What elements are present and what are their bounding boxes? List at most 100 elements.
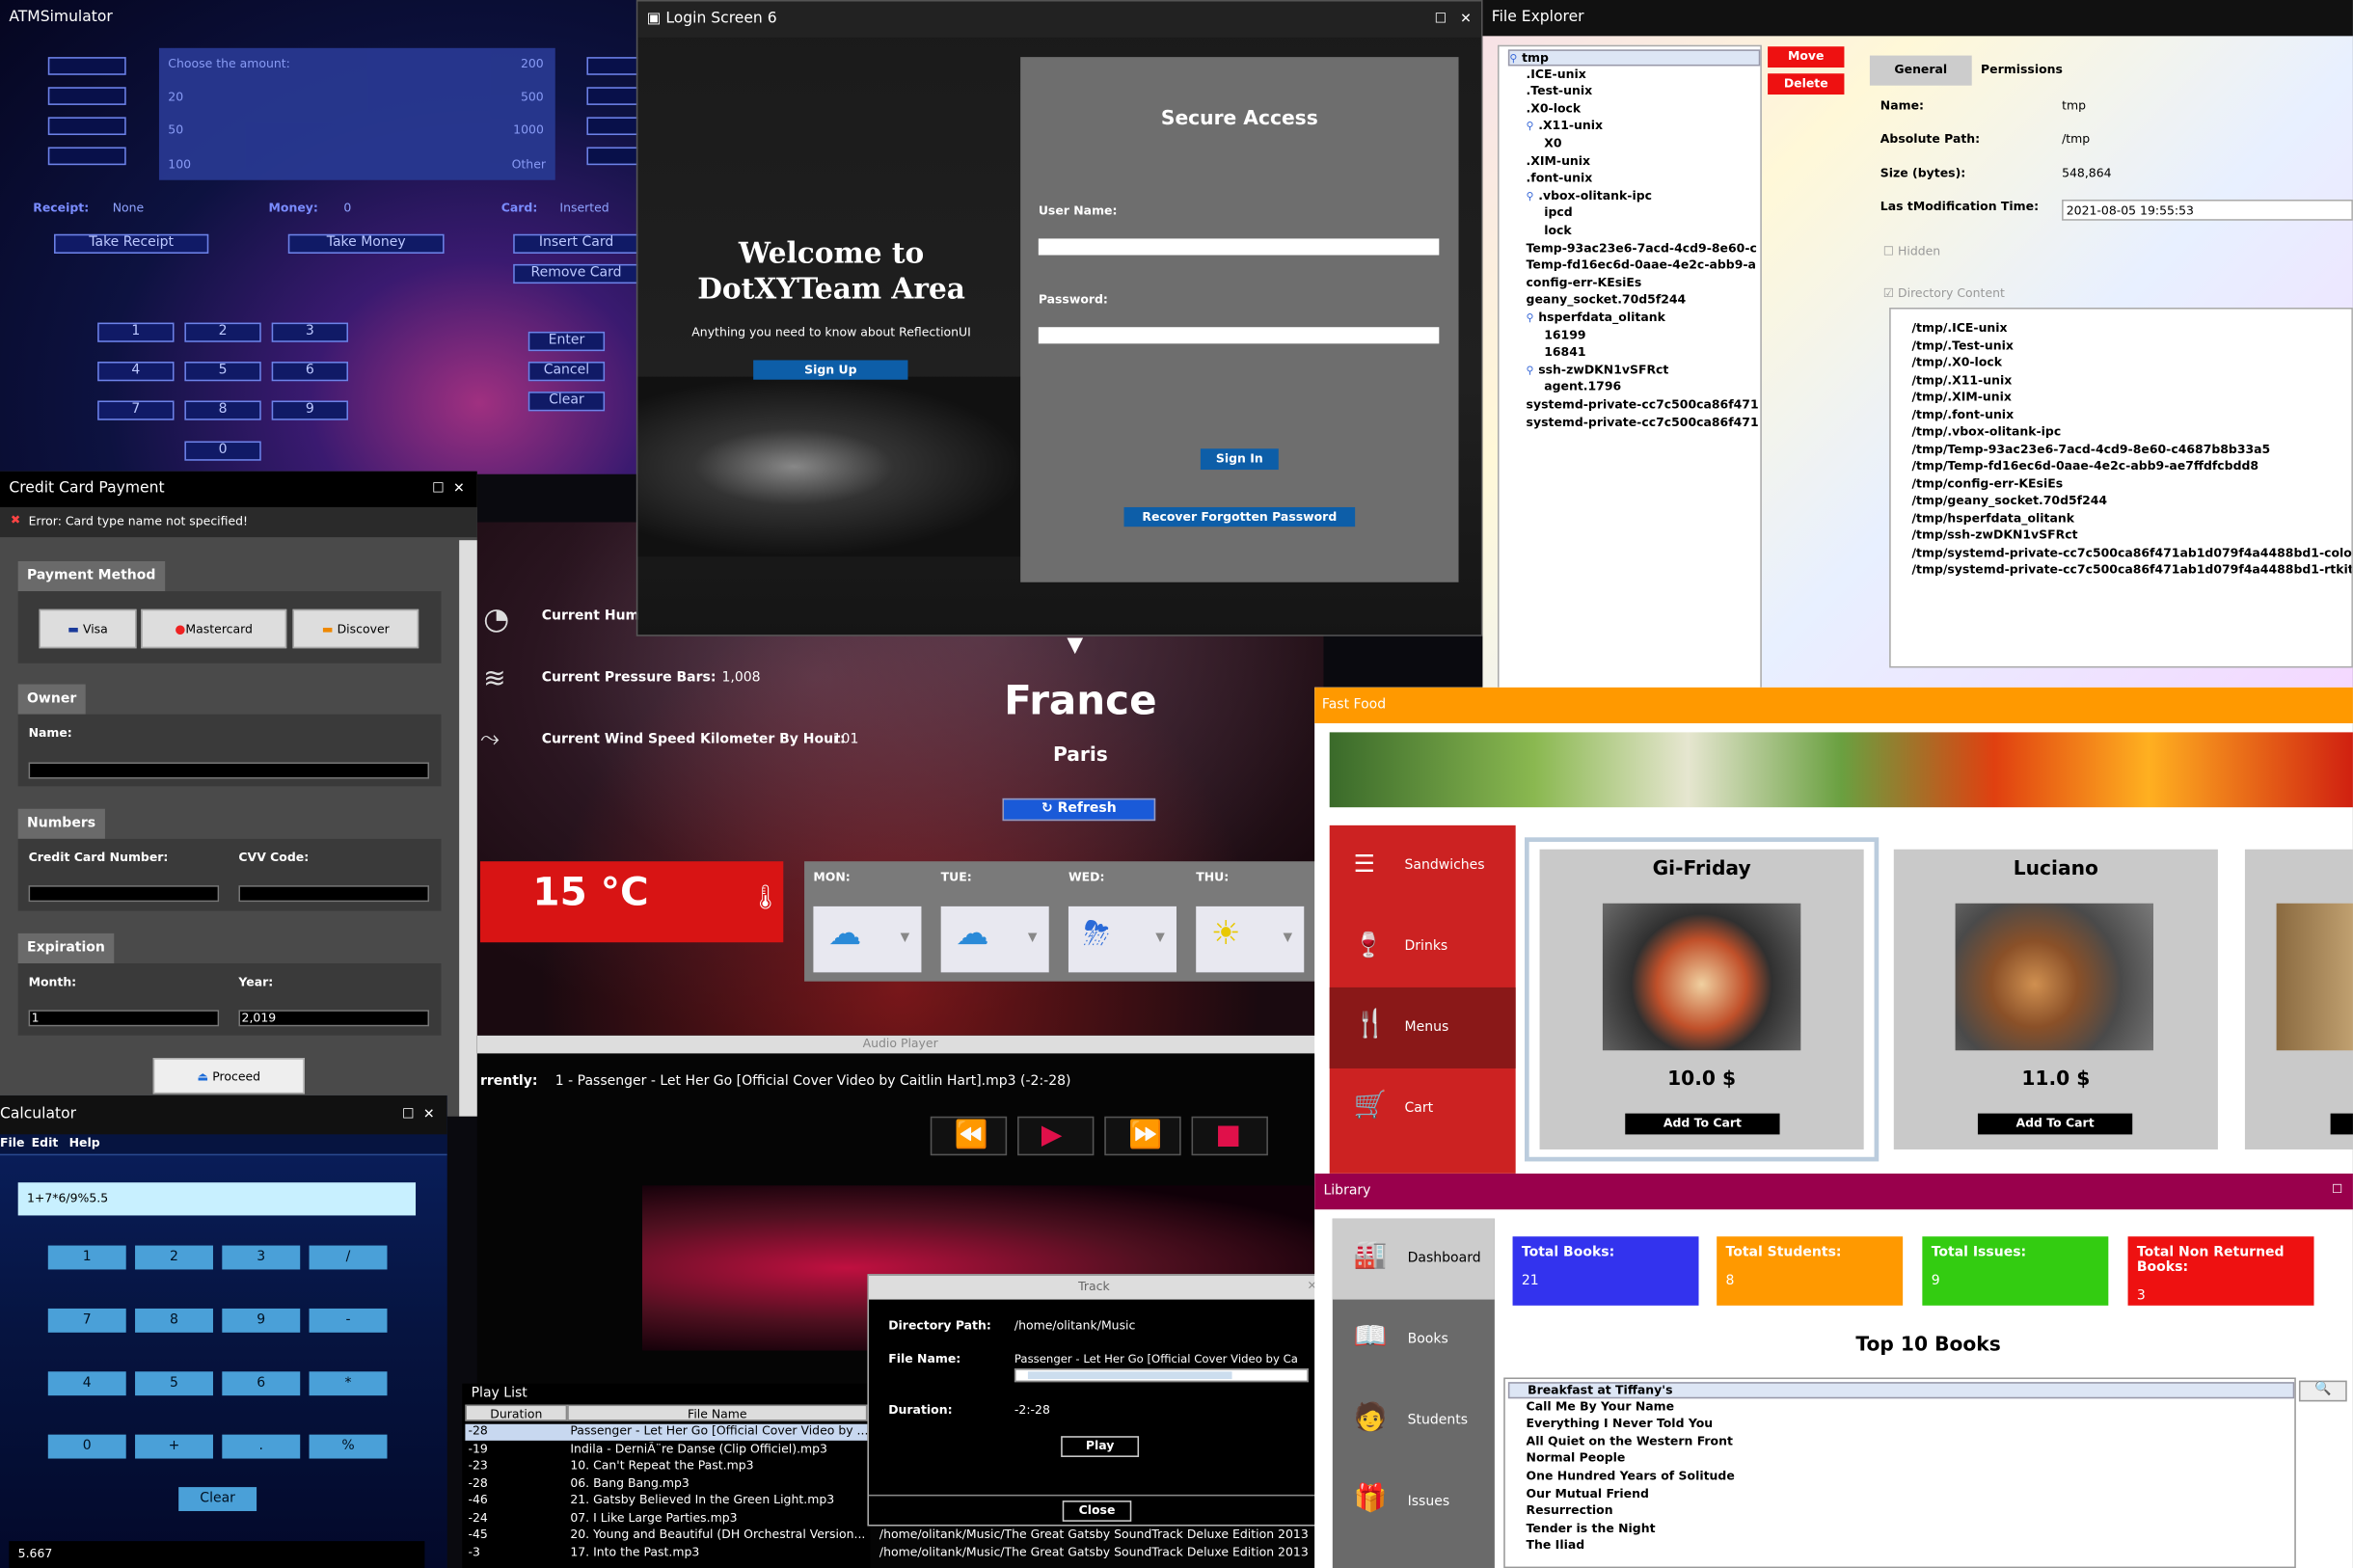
- forecast-card-thu[interactable]: ☀ ▼: [1196, 906, 1305, 973]
- play-track-button[interactable]: Play: [1061, 1436, 1140, 1457]
- calc-key[interactable]: 3: [222, 1245, 301, 1270]
- refresh-button[interactable]: ↻ Refresh: [1002, 798, 1156, 822]
- tab-sandwiches[interactable]: ☰ Sandwiches: [1330, 825, 1516, 906]
- table-row[interactable]: -23 10. Can't Repeat the Past.mp3: [465, 1459, 867, 1475]
- proceed-button[interactable]: ⏏ Proceed: [152, 1058, 305, 1095]
- previous-button[interactable]: ⏪: [930, 1116, 1008, 1156]
- keypad-key[interactable]: 3: [271, 322, 349, 342]
- keypad-key[interactable]: 9: [271, 400, 349, 420]
- tab-books[interactable]: 📖 Books: [1333, 1300, 1495, 1381]
- amount-option[interactable]: 20: [168, 90, 183, 103]
- tab-dashboard[interactable]: 🏭 Dashboard: [1332, 1218, 1495, 1300]
- sign-in-button[interactable]: Sign In: [1200, 448, 1279, 471]
- table-row[interactable]: -45 20. Young and Beautiful (DH Orchestra…: [465, 1527, 867, 1544]
- tree-node[interactable]: ⚲ .vbox-olitank-ipc: [1527, 189, 1652, 203]
- tab-drinks[interactable]: 🍷 Drinks: [1330, 906, 1516, 987]
- book-list-item[interactable]: One Hundred Years of Solitude: [1508, 1469, 2294, 1482]
- clear-button[interactable]: Clear: [178, 1487, 257, 1511]
- tree-node[interactable]: ⚲ tmp: [1507, 49, 1761, 67]
- menu-edit[interactable]: Edit: [32, 1136, 59, 1149]
- amount-option[interactable]: 500: [521, 90, 544, 103]
- tree-node[interactable]: ⚲ .X11-unix: [1527, 120, 1604, 133]
- add-to-cart-button[interactable]: Add To Cart: [1977, 1113, 2133, 1135]
- forecast-card-tue[interactable]: ☁ ▼: [940, 906, 1049, 973]
- tree-node[interactable]: Temp-93ac23e6-7acd-4cd9-8e60-c: [1527, 241, 1757, 255]
- calc-key[interactable]: 0: [47, 1434, 126, 1459]
- calc-key[interactable]: *: [309, 1371, 388, 1396]
- name-input[interactable]: [28, 762, 430, 779]
- book-list-item[interactable]: Resurrection: [1508, 1504, 2294, 1518]
- amount-option[interactable]: 200: [521, 57, 544, 70]
- tree-node[interactable]: .XIM-unix: [1527, 154, 1591, 168]
- username-input[interactable]: [1038, 238, 1440, 256]
- directory-entry[interactable]: /tmp/geany_socket.70d5f244: [1911, 494, 2107, 507]
- calc-key[interactable]: 7: [47, 1308, 126, 1333]
- expression-input[interactable]: 1+7*6/9%5.5: [17, 1182, 417, 1216]
- tree-node[interactable]: ⚲ ssh-zwDKN1vSFRct: [1527, 363, 1669, 376]
- keypad-key[interactable]: 0: [184, 441, 261, 461]
- tree-node[interactable]: Temp-fd16ec6d-0aae-4e2c-abb9-a: [1527, 258, 1756, 272]
- keypad-key[interactable]: 6: [271, 362, 349, 382]
- tree-node[interactable]: .font-unix: [1527, 172, 1593, 185]
- book-list-item[interactable]: The Iliad: [1508, 1539, 2294, 1553]
- directory-entry[interactable]: /tmp/config-err-KEsiEs: [1911, 476, 2063, 490]
- directory-entry[interactable]: /tmp/Temp-93ac23e6-7acd-4cd9-8e60-c4687b…: [1911, 442, 2270, 455]
- directory-entry[interactable]: /tmp/systemd-private-cc7c500ca86f471ab1d…: [1911, 563, 2351, 577]
- discover-button[interactable]: ▬ Discover: [292, 608, 419, 649]
- menu-file[interactable]: File: [0, 1136, 24, 1149]
- calc-key[interactable]: +: [135, 1434, 213, 1459]
- take-money-button[interactable]: Take Money: [287, 233, 445, 254]
- directory-entry[interactable]: /tmp/systemd-private-cc7c500ca86f471ab1d…: [1911, 546, 2351, 559]
- tab-issues[interactable]: 🎁 Issues: [1333, 1462, 1495, 1543]
- directory-entry[interactable]: /tmp/hsperfdata_olitank: [1911, 511, 2074, 525]
- calc-key[interactable]: 1: [47, 1245, 126, 1270]
- book-list-item[interactable]: All Quiet on the Western Front: [1508, 1434, 2294, 1447]
- directory-entry[interactable]: /tmp/.Test-unix: [1911, 338, 2013, 352]
- table-row[interactable]: -46 21. Gatsby Believed In the Green Ligh…: [465, 1493, 867, 1509]
- tree-node[interactable]: 16199: [1544, 328, 1585, 341]
- calc-key[interactable]: /: [309, 1245, 388, 1270]
- tree-node[interactable]: 16841: [1544, 345, 1585, 359]
- calc-key[interactable]: 2: [135, 1245, 213, 1270]
- calc-key[interactable]: 5: [135, 1371, 213, 1396]
- menu-help[interactable]: Help: [69, 1136, 100, 1149]
- year-input[interactable]: 2,019: [238, 1010, 430, 1027]
- book-list-item[interactable]: Everything I Never Told You: [1508, 1417, 2294, 1430]
- close-button[interactable]: Close: [1062, 1500, 1132, 1522]
- scrollbar[interactable]: [459, 540, 477, 1117]
- add-to-cart-button[interactable]: Add To Cart: [1625, 1113, 1780, 1135]
- insert-card-button[interactable]: Insert Card: [513, 233, 639, 254]
- food-card-partial[interactable]: [2244, 849, 2353, 1149]
- book-list-item[interactable]: Call Me By Your Name: [1508, 1399, 2294, 1413]
- tree-node[interactable]: X0: [1544, 137, 1561, 150]
- sign-up-button[interactable]: Sign Up: [753, 360, 908, 380]
- file-scrollbar[interactable]: [1014, 1368, 1309, 1383]
- close-icon[interactable]: ✕: [423, 1095, 435, 1134]
- enter-button[interactable]: Enter: [527, 331, 606, 352]
- tree-node[interactable]: .ICE-unix: [1527, 67, 1586, 80]
- tree-node[interactable]: agent.1796: [1544, 380, 1621, 393]
- password-input[interactable]: [1038, 327, 1440, 344]
- forecast-card-wed[interactable]: ⛈ ▼: [1068, 906, 1176, 973]
- add-to-cart-button[interactable]: [2330, 1113, 2353, 1135]
- maximize-icon[interactable]: ☐: [2332, 1182, 2342, 1196]
- maximize-icon[interactable]: ☐: [1435, 2, 1447, 38]
- table-row[interactable]: -19 Indila - DerniÃ¨re Danse (Clip Offici…: [465, 1442, 867, 1458]
- calc-key[interactable]: 4: [47, 1371, 126, 1396]
- take-receipt-button[interactable]: Take Receipt: [54, 233, 209, 254]
- tree-node[interactable]: systemd-private-cc7c500ca86f471: [1527, 397, 1759, 411]
- directory-entry[interactable]: /tmp/.X11-unix: [1911, 373, 2012, 387]
- play-button[interactable]: ▶: [1017, 1116, 1095, 1156]
- scroll-thumb[interactable]: [1027, 1371, 1232, 1380]
- clear-button[interactable]: Clear: [527, 392, 606, 412]
- cancel-button[interactable]: Cancel: [527, 362, 606, 382]
- keypad-key[interactable]: 1: [97, 322, 175, 342]
- modified-field[interactable]: 2021-08-05 19:55:53: [2062, 199, 2353, 221]
- tree-node[interactable]: config-err-KEsiEs: [1527, 276, 1642, 289]
- mastercard-button[interactable]: ●Mastercard: [141, 608, 287, 649]
- close-icon[interactable]: ✕: [453, 472, 465, 507]
- tab-cart[interactable]: 🛒 Cart: [1330, 1068, 1516, 1149]
- tree-node[interactable]: lock: [1544, 224, 1571, 237]
- remove-card-button[interactable]: Remove Card: [513, 263, 639, 284]
- calc-key[interactable]: 8: [135, 1308, 213, 1333]
